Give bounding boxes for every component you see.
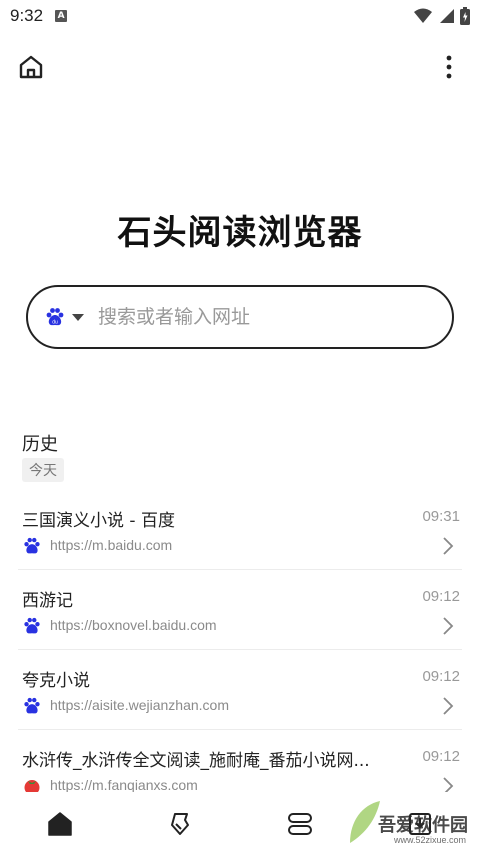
history-heading: 历史 [22, 434, 58, 455]
chevron-right-icon[interactable] [440, 694, 456, 718]
status-bar: 9:32 A [0, 0, 480, 32]
notification-icon: A [55, 10, 68, 22]
history-item-url: https://m.baidu.com [50, 537, 173, 553]
baidu-paw-icon [22, 536, 42, 556]
more-menu-button[interactable] [434, 50, 464, 84]
status-time: 9:32 [10, 6, 44, 25]
wifi-icon [414, 8, 432, 23]
status-icons [414, 7, 470, 25]
chevron-down-icon[interactable] [72, 313, 84, 321]
history-item-title: 夸克小说 [22, 671, 90, 691]
nav-bookmark-button[interactable] [120, 792, 240, 855]
home-outline-icon [19, 55, 43, 79]
baidu-paw-icon [22, 696, 42, 716]
tabs-icon [288, 812, 312, 835]
search-input[interactable] [98, 306, 418, 328]
nav-home-button[interactable] [0, 792, 120, 855]
history-item-title: 三国演义小说 - 百度 [22, 511, 175, 531]
bookmark-icon [171, 812, 189, 835]
signal-icon [440, 9, 454, 23]
history-item[interactable]: 三国演义小说 - 百度 09:31 https://m.baidu.com [18, 490, 462, 570]
more-vertical-icon [446, 55, 452, 79]
home-filled-icon [48, 811, 72, 836]
history-item-time: 09:12 [422, 668, 460, 685]
history-item-url: https://boxnovel.baidu.com [50, 617, 217, 633]
history-item-time: 09:31 [422, 508, 460, 525]
search-bar[interactable]: du [26, 285, 454, 349]
watermark-text: 吾爱软件园 [378, 815, 468, 836]
chevron-right-icon[interactable] [440, 534, 456, 558]
history-item-time: 09:12 [422, 748, 460, 765]
history-item-title: 水浒传_水浒传全文阅读_施耐庵_番茄小说网... [22, 751, 370, 771]
baidu-paw-icon: du [46, 308, 64, 326]
svg-text:du: du [52, 320, 58, 326]
history-list: 三国演义小说 - 百度 09:31 https://m.baidu.com 西游… [0, 490, 480, 810]
app-title: 石头阅读浏览器 [117, 213, 363, 253]
history-item-url: https://m.fanqianxs.com [50, 777, 198, 793]
watermark-url: www.52zixue.com [393, 835, 466, 845]
date-group-label: 今天 [22, 458, 64, 482]
watermark: 吾爱软件园 www.52zixue.com [342, 795, 472, 851]
top-bar [0, 40, 480, 88]
battery-icon [460, 7, 470, 25]
chevron-right-icon[interactable] [440, 614, 456, 638]
history-item[interactable]: 西游记 09:12 https://boxnovel.baidu.com [18, 570, 462, 650]
history-item[interactable]: 夸克小说 09:12 https://aisite.wejianzhan.com [18, 650, 462, 730]
history-item-time: 09:12 [422, 588, 460, 605]
baidu-paw-icon [22, 616, 42, 636]
home-button[interactable] [14, 50, 48, 84]
search-engine-selector[interactable]: du [44, 306, 66, 328]
history-item-url: https://aisite.wejianzhan.com [50, 697, 229, 713]
history-item-title: 西游记 [22, 591, 73, 611]
